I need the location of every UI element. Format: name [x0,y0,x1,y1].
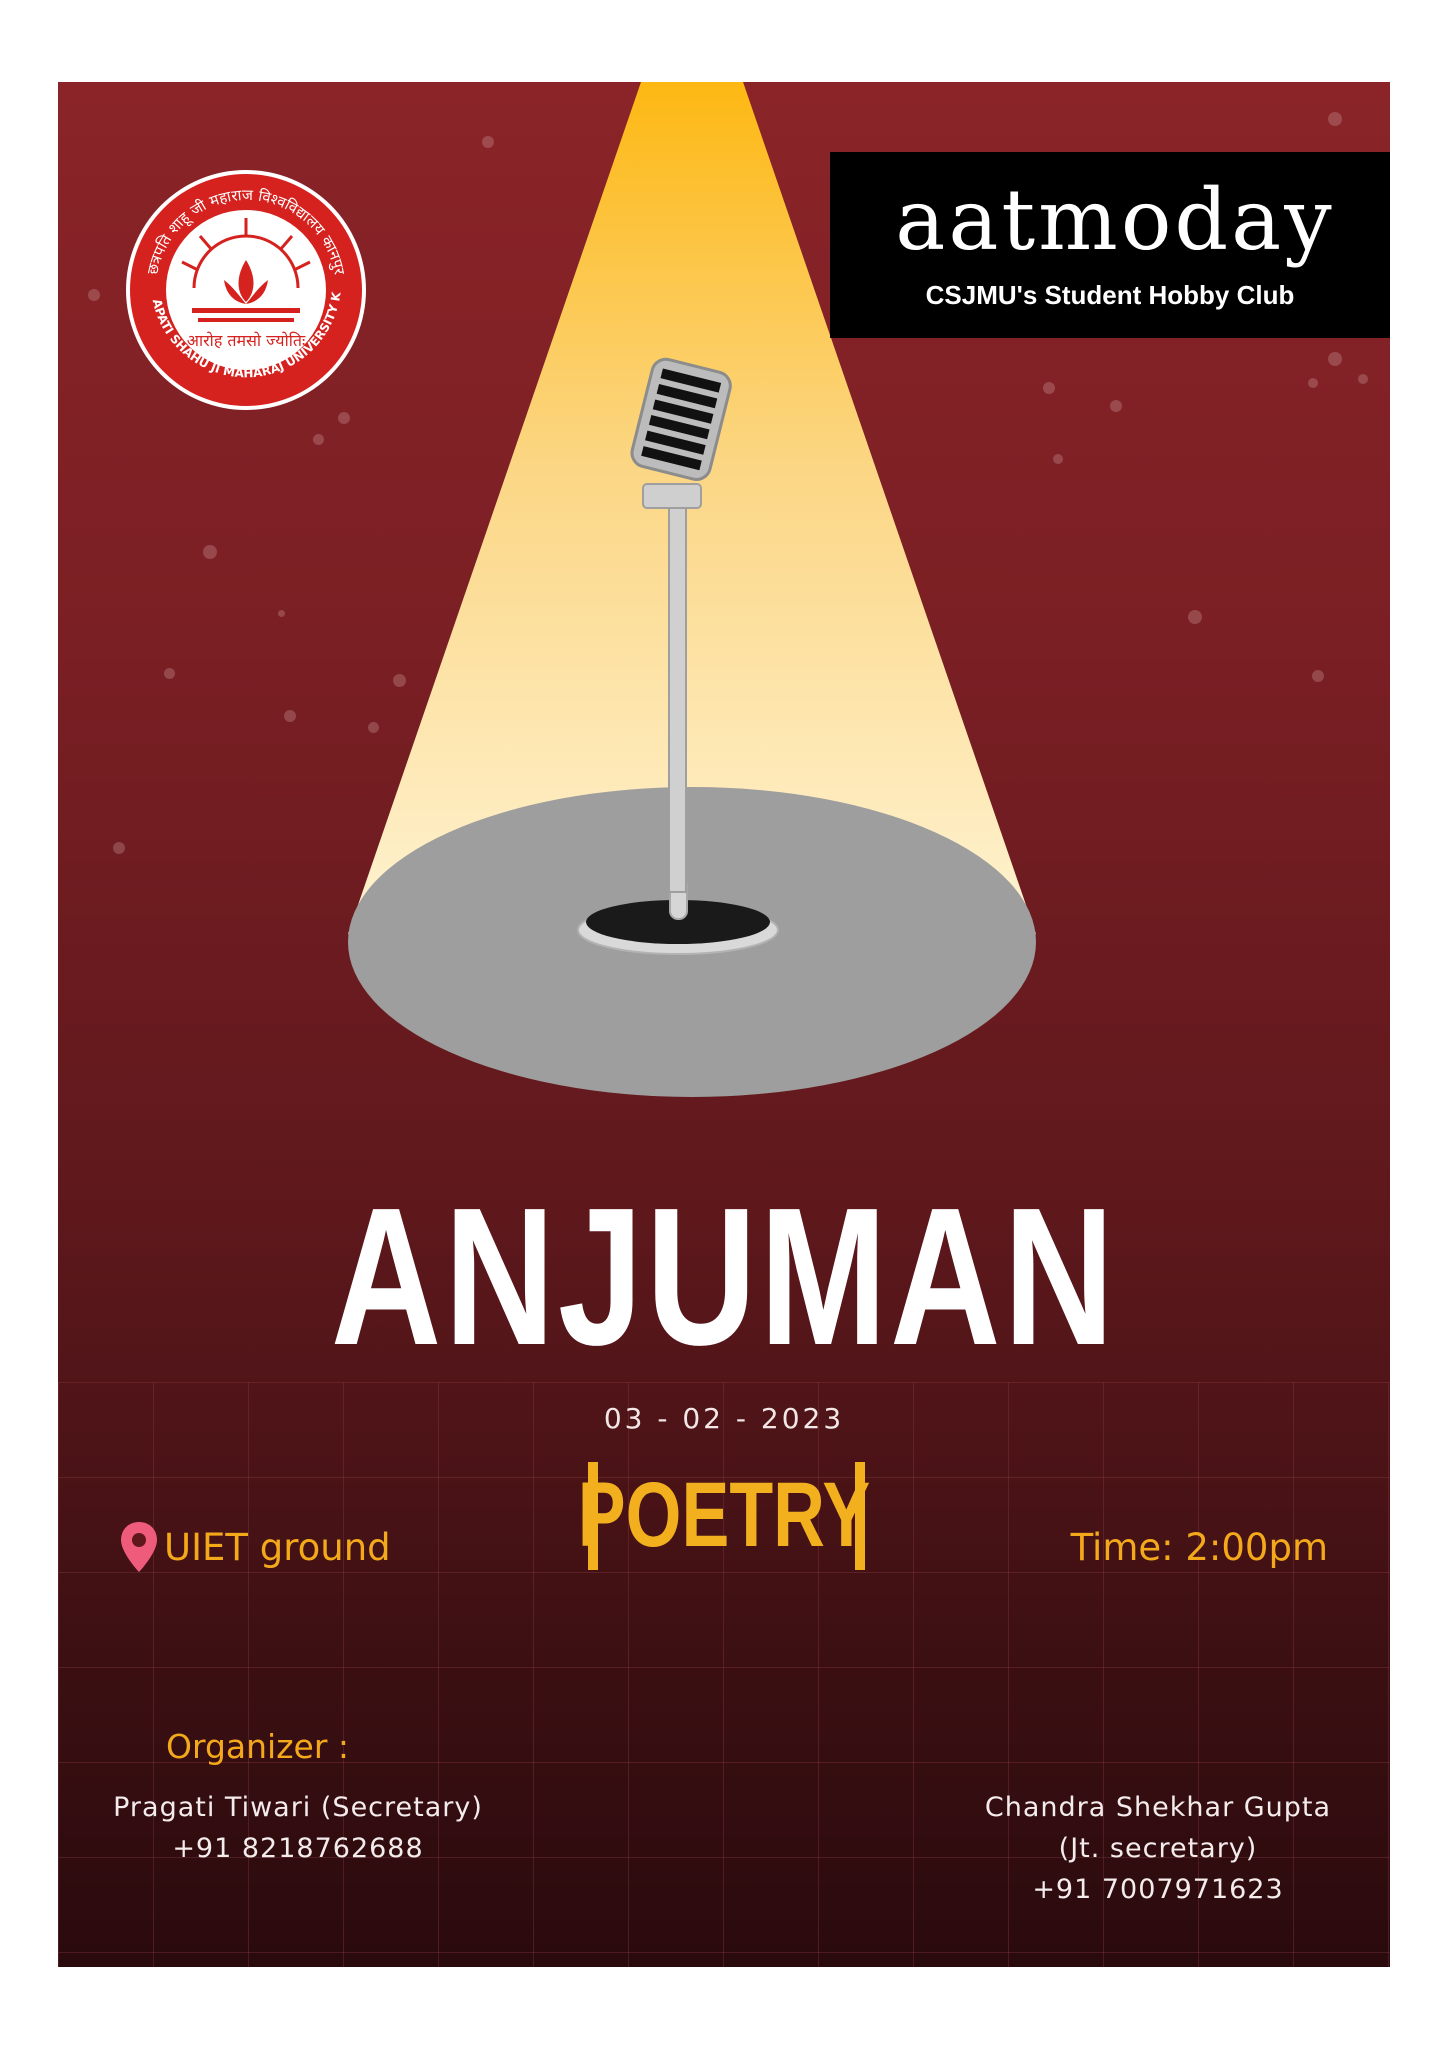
event-time: Time: 2:00pm [1070,1526,1328,1569]
club-subtitle: CSJMU's Student Hobby Club [925,280,1295,310]
organizer-contact-1: Pragati Tiwari (Secretary) +91 821876268… [88,1787,508,1869]
organizer-2-phone: +91 7007971623 [1032,1874,1284,1905]
event-poster: छत्रपति शाहू जी महाराज विश्वविद्यालय कान… [58,82,1390,1967]
event-date: 03 - 02 - 2023 [603,1402,845,1435]
university-seal-logo: छत्रपति शाहू जी महाराज विश्वविद्यालय कान… [124,168,366,410]
event-venue: UIET ground [118,1520,391,1574]
organizer-1-name: Pragati Tiwari (Secretary) [113,1792,483,1823]
organizer-2-role: (Jt. secretary) [1058,1833,1258,1864]
venue-label: UIET ground [164,1525,391,1569]
genre-divider-right [855,1462,865,1570]
club-brand-banner: aatmoday CSJMU's Student Hobby Club [830,152,1390,338]
svg-text:आरोह तमसो ज्योतिः: आरोह तमसो ज्योतिः [187,331,306,350]
event-title: ANJUMAN [330,1167,1118,1386]
organizer-contact-2: Chandra Shekhar Gupta (Jt. secretary) +9… [948,1787,1368,1910]
organizer-2-name: Chandra Shekhar Gupta [984,1792,1332,1823]
location-pin-icon [121,1522,157,1572]
organizer-label: Organizer : [166,1727,350,1766]
organizer-1-phone: +91 8218762688 [172,1833,424,1864]
club-name: aatmoday [895,171,1335,269]
